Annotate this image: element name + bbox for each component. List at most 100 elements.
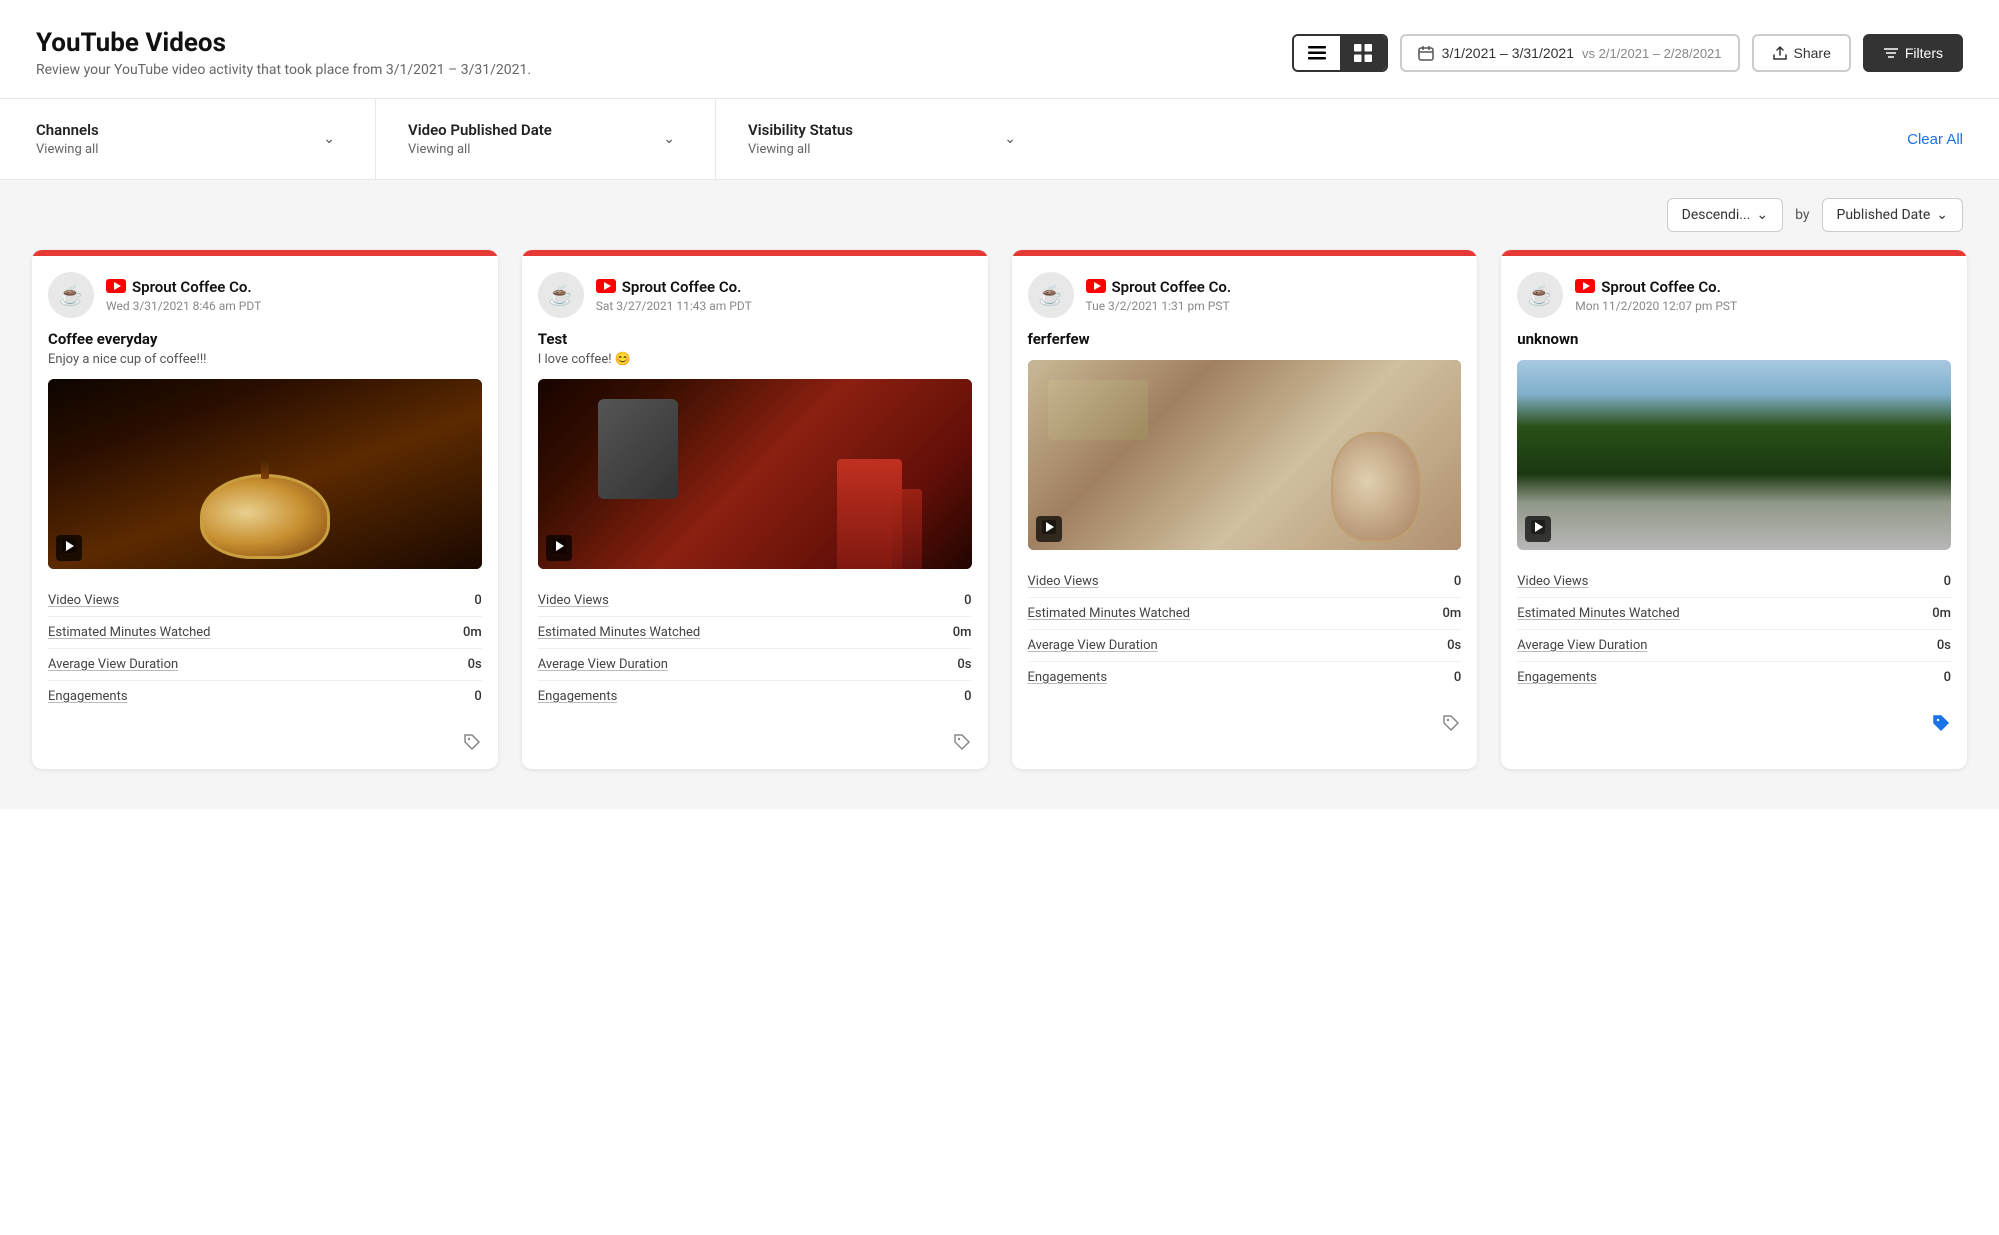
stat-row: Average View Duration 0s	[538, 649, 972, 681]
video-play-overlay	[56, 535, 82, 561]
stat-row: Estimated Minutes Watched 0m	[1028, 598, 1462, 630]
stat-row: Average View Duration 0s	[1028, 630, 1462, 662]
filter-video-date[interactable]: Video Published Date Viewing all ⌄	[376, 99, 716, 179]
sort-bar: Descendi... ⌄ by Published Date ⌄	[0, 180, 1999, 250]
channel-avatar: ☕	[1028, 272, 1074, 318]
stat-value: 0	[1454, 670, 1461, 685]
stat-value: 0s	[1447, 638, 1461, 653]
video-play-overlay	[1525, 516, 1551, 542]
channel-name: Sprout Coffee Co.	[1112, 278, 1232, 296]
stat-value: 0	[1944, 574, 1951, 589]
stat-value: 0m	[463, 625, 482, 640]
stat-row: Video Views 0	[1028, 566, 1462, 598]
stat-label: Engagements	[538, 689, 618, 704]
sort-field-select[interactable]: Published Date ⌄	[1822, 198, 1964, 232]
filter-video-date-label: Video Published Date	[408, 121, 552, 139]
page-wrapper: YouTube Videos Review your YouTube video…	[0, 0, 1999, 1235]
channel-avatar: ☕	[1517, 272, 1563, 318]
card-content: Test I love coffee! 😊	[522, 330, 988, 724]
stat-value: 0m	[1932, 606, 1951, 621]
stats-table: Video Views 0 Estimated Minutes Watched …	[48, 585, 482, 712]
stat-value: 0	[1944, 670, 1951, 685]
video-thumbnail[interactable]	[48, 379, 482, 569]
video-thumbnail[interactable]	[1028, 360, 1462, 550]
youtube-icon	[1086, 278, 1106, 297]
stat-row: Average View Duration 0s	[48, 649, 482, 681]
date-range-text: 3/1/2021 – 3/31/2021	[1442, 45, 1574, 61]
stat-label: Estimated Minutes Watched	[538, 625, 700, 640]
tag-icon[interactable]	[1931, 713, 1951, 738]
channel-info: Sprout Coffee Co. Sat 3/27/2021 11:43 am…	[596, 278, 752, 313]
tag-icon[interactable]	[952, 732, 972, 757]
video-title: unknown	[1517, 330, 1951, 348]
stat-value: 0	[474, 593, 481, 608]
video-description: Enjoy a nice cup of coffee!!!	[48, 352, 482, 367]
clear-all-button[interactable]: Clear All	[1907, 131, 1963, 148]
stat-value: 0m	[953, 625, 972, 640]
stat-row: Estimated Minutes Watched 0m	[538, 617, 972, 649]
list-view-button[interactable]	[1294, 36, 1340, 70]
page-header: YouTube Videos Review your YouTube video…	[0, 0, 1999, 99]
chevron-down-icon: ⌄	[1936, 207, 1948, 223]
stat-row: Video Views 0	[1517, 566, 1951, 598]
grid-view-button[interactable]	[1340, 36, 1386, 70]
sort-direction-select[interactable]: Descendi... ⌄	[1667, 198, 1783, 232]
stat-value: 0	[964, 689, 971, 704]
channel-info: Sprout Coffee Co. Mon 11/2/2020 12:07 pm…	[1575, 278, 1737, 313]
stat-row: Estimated Minutes Watched 0m	[1517, 598, 1951, 630]
channel-name: Sprout Coffee Co.	[132, 278, 252, 296]
share-label: Share	[1794, 45, 1831, 61]
channel-avatar: ☕	[48, 272, 94, 318]
channel-name-row: Sprout Coffee Co.	[1086, 278, 1232, 297]
tag-icon[interactable]	[1441, 713, 1461, 738]
tag-icon[interactable]	[462, 732, 482, 757]
chevron-down-icon: ⌄	[1004, 131, 1016, 147]
stat-value: 0s	[468, 657, 482, 672]
header-left: YouTube Videos Review your YouTube video…	[36, 28, 531, 78]
video-play-overlay	[1036, 516, 1062, 542]
card-footer	[522, 724, 988, 769]
channel-avatar: ☕	[538, 272, 584, 318]
sort-direction-label: Descendi...	[1682, 207, 1751, 223]
channel-date: Tue 3/2/2021 1:31 pm PST	[1086, 299, 1232, 313]
stat-label: Estimated Minutes Watched	[1517, 606, 1679, 621]
stat-label: Estimated Minutes Watched	[48, 625, 210, 640]
sort-by-text: by	[1795, 207, 1809, 223]
filter-channels[interactable]: Channels Viewing all ⌄	[36, 99, 376, 179]
channel-name: Sprout Coffee Co.	[622, 278, 742, 296]
stat-label: Average View Duration	[48, 657, 178, 672]
card-header: ☕ Sprout Coffee Co. Tue 3/2/2021 1:31 pm…	[1012, 256, 1478, 330]
video-play-overlay	[546, 535, 572, 561]
card-footer	[1501, 705, 1967, 750]
filters-button[interactable]: Filters	[1863, 34, 1963, 72]
channel-date: Mon 11/2/2020 12:07 pm PST	[1575, 299, 1737, 313]
stat-value: 0s	[1937, 638, 1951, 653]
stat-label: Engagements	[1028, 670, 1108, 685]
video-thumbnail[interactable]	[538, 379, 972, 569]
channel-date: Sat 3/27/2021 11:43 am PDT	[596, 299, 752, 313]
stat-row: Video Views 0	[538, 585, 972, 617]
card-footer	[1012, 705, 1478, 750]
stat-label: Average View Duration	[538, 657, 668, 672]
video-thumbnail[interactable]	[1517, 360, 1951, 550]
filter-visibility[interactable]: Visibility Status Viewing all ⌄	[716, 99, 1056, 179]
share-button[interactable]: Share	[1752, 34, 1851, 72]
card-header: ☕ Sprout Coffee Co. Wed 3/31/2021 8:46 a…	[32, 256, 498, 330]
video-description: I love coffee! 😊	[538, 352, 972, 367]
channel-info: Sprout Coffee Co. Wed 3/31/2021 8:46 am …	[106, 278, 261, 313]
date-compare-text: vs 2/1/2021 – 2/28/2021	[1582, 46, 1722, 61]
stat-row: Engagements 0	[538, 681, 972, 712]
filter-visibility-label: Visibility Status	[748, 121, 853, 139]
card-content: Coffee everyday Enjoy a nice cup of coff…	[32, 330, 498, 724]
date-range-button[interactable]: 3/1/2021 – 3/31/2021 vs 2/1/2021 – 2/28/…	[1400, 34, 1740, 72]
filters-icon	[1883, 45, 1899, 61]
video-card: ☕ Sprout Coffee Co. Sat 3/27/2021 11:43 …	[522, 250, 988, 769]
stat-value: 0s	[957, 657, 971, 672]
stat-label: Engagements	[1517, 670, 1597, 685]
channel-info: Sprout Coffee Co. Tue 3/2/2021 1:31 pm P…	[1086, 278, 1232, 313]
stat-row: Estimated Minutes Watched 0m	[48, 617, 482, 649]
video-title: ferferfew	[1028, 330, 1462, 348]
stat-label: Average View Duration	[1028, 638, 1158, 653]
sort-field-label: Published Date	[1837, 207, 1931, 223]
stat-row: Engagements 0	[1517, 662, 1951, 693]
